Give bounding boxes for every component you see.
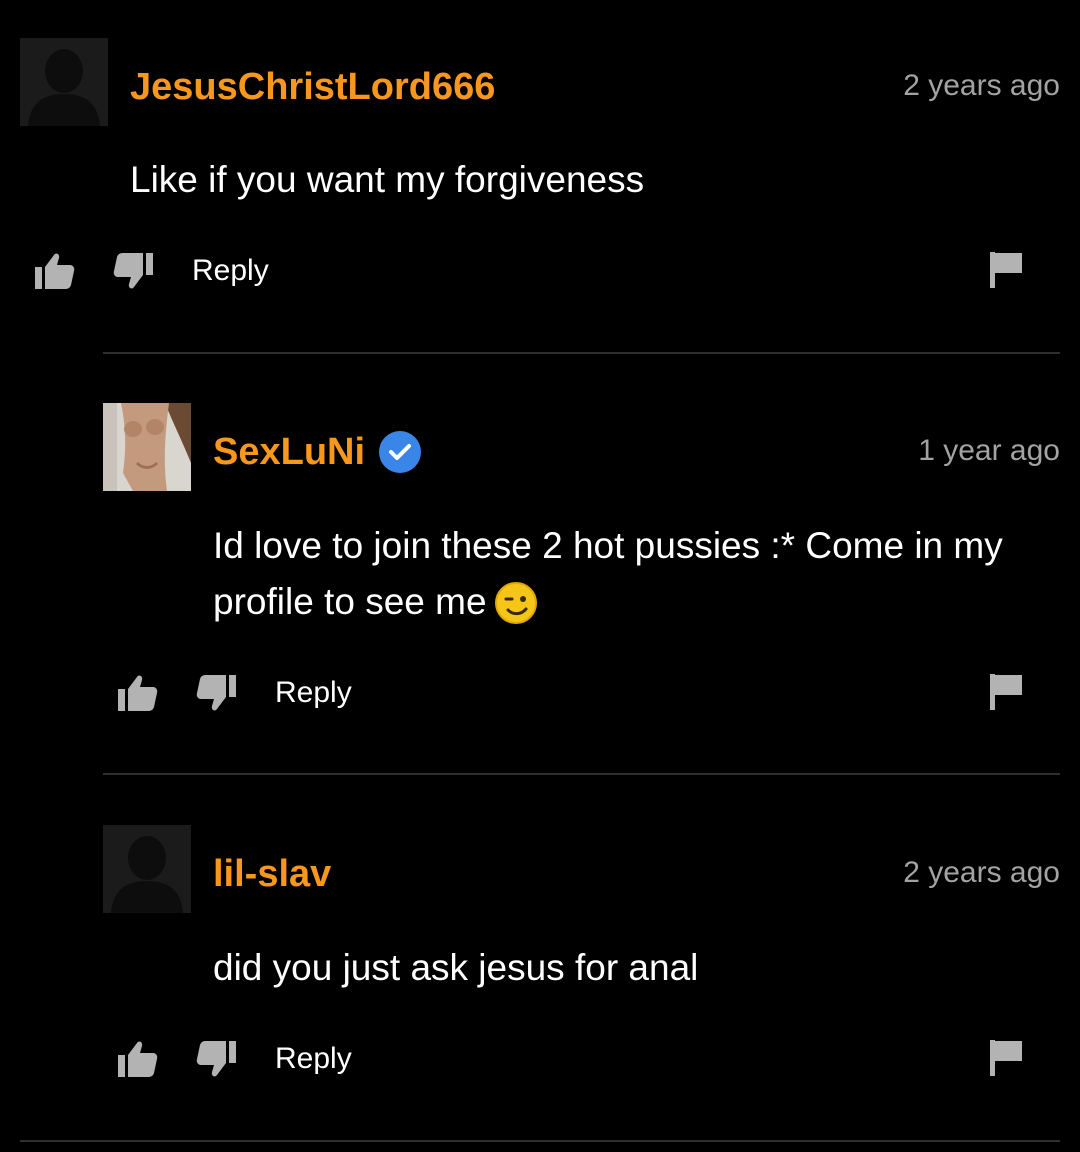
reply-button[interactable]: Reply: [192, 254, 269, 288]
winking-face-icon: [494, 582, 537, 624]
comment-text-line-2: profile to see me: [213, 574, 1053, 630]
avatar[interactable]: [20, 38, 108, 126]
flag-icon[interactable]: [988, 1038, 1024, 1078]
comment-actions: Reply: [32, 246, 1060, 296]
avatar[interactable]: [103, 403, 191, 491]
verified-badge-icon: [379, 431, 422, 473]
username[interactable]: JesusChristLord666: [130, 65, 495, 109]
thumbs-down-icon[interactable]: [195, 671, 239, 715]
profile-photo-icon: [103, 403, 191, 491]
thumbs-up-icon[interactable]: [115, 1037, 159, 1081]
reply-button[interactable]: Reply: [275, 676, 352, 710]
timestamp: 2 years ago: [903, 856, 1060, 889]
divider: [20, 1140, 1060, 1142]
thumbs-up-icon[interactable]: [115, 671, 159, 715]
avatar[interactable]: [103, 825, 191, 913]
comment-text-line-2-text: profile to see me: [213, 581, 487, 622]
username[interactable]: lil-slav: [213, 852, 331, 896]
thumbs-down-icon[interactable]: [112, 249, 156, 293]
username[interactable]: SexLuNi: [213, 430, 422, 474]
flag-icon[interactable]: [988, 672, 1024, 712]
divider: [103, 352, 1060, 354]
timestamp: 2 years ago: [903, 69, 1060, 102]
comment-text-line-1: Id love to join these 2 hot pussies :* C…: [213, 525, 1003, 566]
comment-actions: Reply: [115, 1034, 1060, 1084]
username-text[interactable]: SexLuNi: [213, 430, 365, 474]
comment-text: Id love to join these 2 hot pussies :* C…: [213, 518, 1053, 630]
default-avatar-icon: [103, 825, 191, 913]
comment-text: did you just ask jesus for anal: [213, 947, 699, 988]
thumbs-up-icon[interactable]: [32, 249, 76, 293]
comment-actions: Reply: [115, 668, 1060, 718]
default-avatar-icon: [20, 38, 108, 126]
timestamp: 1 year ago: [918, 434, 1060, 467]
divider: [103, 773, 1060, 775]
flag-icon[interactable]: [988, 250, 1024, 290]
thumbs-down-icon[interactable]: [195, 1037, 239, 1081]
comment-text: Like if you want my forgiveness: [130, 159, 645, 200]
reply-button[interactable]: Reply: [275, 1042, 352, 1076]
